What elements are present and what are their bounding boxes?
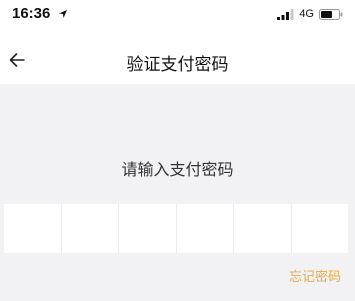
battery-icon bbox=[319, 8, 343, 20]
status-time: 16:36 bbox=[12, 5, 51, 22]
pin-cell[interactable] bbox=[61, 204, 119, 253]
pin-cell[interactable] bbox=[176, 204, 234, 253]
pin-prompt: 请输入支付密码 bbox=[121, 160, 234, 179]
location-arrow-icon bbox=[59, 10, 67, 18]
pin-input[interactable] bbox=[4, 204, 348, 253]
network-label: 4G bbox=[299, 8, 314, 20]
payment-password-screen: 16:36 4G 验证支付密码 请输入支付密码 忘记密码 bbox=[0, 0, 355, 301]
nav-bar: 验证支付密码 bbox=[0, 36, 355, 84]
status-bar: 16:36 4G bbox=[0, 0, 355, 36]
page-title: 验证支付密码 bbox=[126, 55, 229, 75]
pin-cell[interactable] bbox=[291, 204, 348, 253]
pin-cell[interactable] bbox=[234, 204, 292, 253]
status-indicators: 4G bbox=[277, 8, 343, 20]
forgot-password-link[interactable]: 忘记密码 bbox=[289, 266, 341, 285]
pin-cell[interactable] bbox=[119, 204, 177, 253]
signal-icon bbox=[277, 8, 294, 20]
pin-cell[interactable] bbox=[4, 204, 62, 253]
